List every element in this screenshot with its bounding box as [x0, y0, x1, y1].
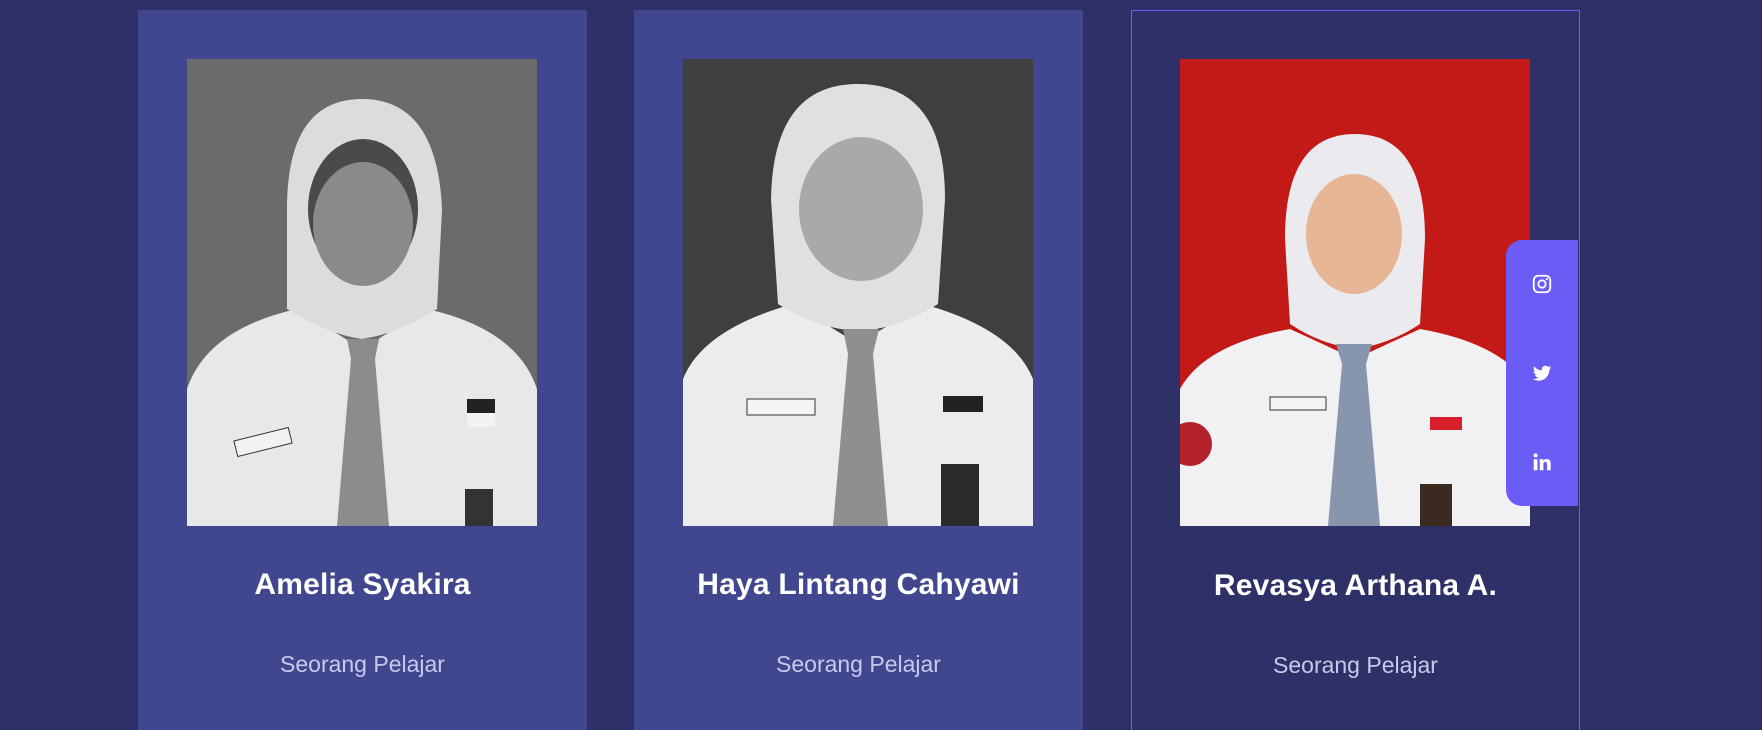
member-name: Haya Lintang Cahyawi: [697, 568, 1020, 601]
linkedin-link[interactable]: [1506, 437, 1578, 487]
portrait-image: [1180, 59, 1530, 526]
member-role: Seorang Pelajar: [776, 651, 941, 677]
team-card-haya[interactable]: Haya Lintang Cahyawi Seorang Pelajar: [634, 10, 1083, 730]
team-card-amelia[interactable]: Amelia Syakira Seorang Pelajar: [138, 10, 587, 730]
member-role: Seorang Pelajar: [1273, 652, 1438, 678]
instagram-link[interactable]: [1506, 259, 1578, 309]
twitter-link[interactable]: [1506, 348, 1578, 398]
team-section: Amelia Syakira Seorang Pelajar Haya Lint…: [0, 0, 1762, 730]
social-links: [1506, 240, 1578, 506]
member-photo: [1180, 59, 1530, 526]
member-name: Revasya Arthana A.: [1213, 569, 1498, 602]
linkedin-icon: [1533, 453, 1551, 471]
member-photo: [187, 59, 537, 526]
twitter-icon: [1532, 365, 1552, 381]
portrait-image: [187, 59, 537, 526]
member-photo: [683, 59, 1033, 526]
member-name: Amelia Syakira: [254, 568, 471, 601]
instagram-icon: [1532, 274, 1552, 294]
portrait-image: [683, 59, 1033, 526]
member-role: Seorang Pelajar: [280, 651, 445, 677]
